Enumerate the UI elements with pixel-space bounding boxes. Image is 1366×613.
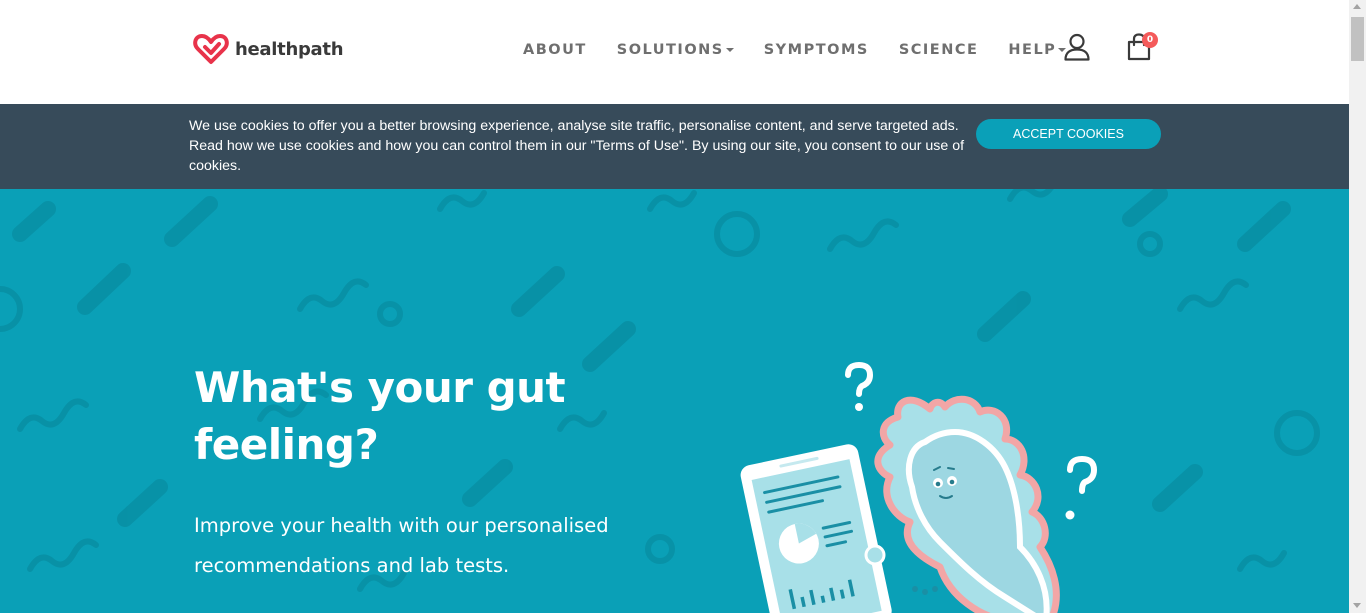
nav-solutions[interactable]: SOLUTIONS bbox=[617, 39, 734, 61]
nav-help-label: HELP bbox=[1008, 42, 1057, 58]
hero-subtitle: Improve your health with our personalise… bbox=[194, 514, 609, 577]
scroll-down-arrow-icon[interactable] bbox=[1353, 603, 1361, 608]
heart-logo-icon bbox=[193, 34, 229, 64]
nav-solutions-label: SOLUTIONS bbox=[616, 42, 724, 58]
scroll-up-arrow-icon[interactable] bbox=[1353, 4, 1361, 9]
nav-help[interactable]: HELP bbox=[1008, 39, 1067, 61]
scrollbar[interactable] bbox=[1349, 0, 1366, 613]
accept-cookies-button[interactable]: ACCEPT COOKIES bbox=[976, 119, 1161, 149]
nav-science-label: SCIENCE bbox=[898, 42, 979, 58]
gut-character-illustration bbox=[740, 361, 1098, 613]
user-icon[interactable] bbox=[1063, 33, 1091, 61]
nav-science[interactable]: SCIENCE bbox=[899, 39, 979, 61]
logo[interactable]: healthpath bbox=[193, 33, 344, 65]
cookie-banner: We use cookies to offer you a better bro… bbox=[0, 104, 1349, 189]
site-header: healthpath ABOUT SOLUTIONS SYMPTOMS SCIE… bbox=[0, 0, 1349, 104]
nav-symptoms-label: SYMPTOMS bbox=[763, 42, 869, 58]
scrollbar-thumb[interactable] bbox=[1351, 17, 1364, 61]
logo-text: healthpath bbox=[235, 38, 344, 60]
nav-symptoms[interactable]: SYMPTOMS bbox=[764, 39, 869, 61]
nav-about[interactable]: ABOUT bbox=[523, 39, 587, 61]
hero-title: What's your gut feeling? bbox=[194, 363, 566, 469]
hero-section: What's your gut feeling? Improve your he… bbox=[0, 189, 1349, 613]
nav-about-label: ABOUT bbox=[523, 42, 587, 58]
cookie-message: We use cookies to offer you a better bro… bbox=[189, 118, 965, 174]
main-nav: ABOUT SOLUTIONS SYMPTOMS SCIENCE HELP bbox=[523, 39, 1067, 61]
caret-down-icon bbox=[725, 48, 734, 52]
cart-count-badge: 0 bbox=[1142, 32, 1158, 48]
